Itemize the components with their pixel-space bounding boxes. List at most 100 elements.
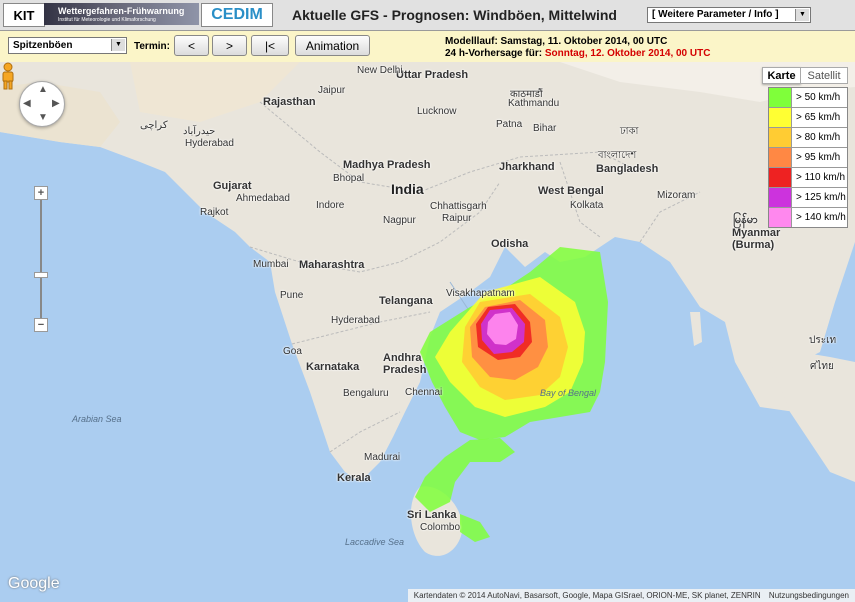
label-thailand-native-2: ศไทย [810,361,834,372]
wettergefahren-banner[interactable]: Wettergefahren-Frühwarnung Institut für … [44,3,199,25]
header-bar: KIT Wettergefahren-Frühwarnung Institut … [0,0,855,31]
label-hyderabad: Hyderabad [331,315,380,326]
banner-subtitle: Institut für Meteorologie und Klimaforsc… [58,17,156,23]
kit-logo-text: KIT [13,7,35,23]
wind-legend: > 50 km/h > 65 km/h > 80 km/h > 95 km/h > 11… [768,87,848,228]
kit-logo[interactable]: KIT [3,3,45,27]
parameter-select-value: [ Weitere Parameter / Info ] [652,9,779,20]
label-bangladesh: Bangladesh [596,163,659,175]
next-button[interactable]: > [212,35,247,56]
wind-gust-overlay [415,247,608,542]
prev-button[interactable]: < [174,35,209,56]
label-west-bengal: West Bengal [538,185,604,197]
attribution-text: Kartendaten © 2014 AutoNavi, Basarsoft, … [413,591,761,600]
label-raipur: Raipur [442,213,472,224]
map-type-satellite-button[interactable]: Satellit [800,67,848,84]
toolbar: Spitzenböen ▼ Termin: < > |< Animation M… [0,31,855,63]
label-hyderabad-pk-native: حیدرآباد [183,126,216,137]
pan-control[interactable]: ▲ ▼ ◀ ▶ [19,81,65,127]
label-visakhapatnam: Visakhapatnam [446,288,515,299]
page-title: Aktuelle GFS - Prognosen: Windböen, Mitt… [292,7,617,23]
legend-label: > 65 km/h [796,112,841,123]
model-info: Modelllauf: Samstag, 11. Oktober 2014, 0… [445,36,710,60]
label-lucknow: Lucknow [417,106,457,117]
legend-row: > 50 km/h [769,88,847,108]
label-laccadive-sea: Laccadive Sea [345,537,405,547]
label-myanmar: Myanmar (Burma) [732,227,781,251]
chevron-down-icon[interactable]: ▼ [795,9,809,21]
first-button[interactable]: |< [251,35,289,56]
legend-row: > 95 km/h [769,148,847,168]
label-new-delhi: New Delhi [357,65,403,76]
label-pune: Pune [280,290,304,301]
forecast-valid-time: Sonntag, 12. Oktober 2014, 00 UTC [544,48,711,59]
label-chhattisgarh: Chhattisgarh [430,201,487,212]
label-telangana: Telangana [379,295,433,307]
map-canvas[interactable]: India Rajasthan Jaipur Lucknow Uttar Pra… [0,62,855,602]
label-uttar-pradesh: Uttar Pradesh [396,69,469,81]
label-thailand-native: ประเท [809,335,837,346]
label-bhopal: Bhopal [333,173,365,184]
label-andhra-pradesh: Andhra Pradesh [383,352,427,376]
termin-label: Termin: [134,41,170,52]
zoom-slider-track[interactable] [40,195,42,325]
chevron-down-icon[interactable]: ▼ [111,39,125,51]
label-bengaluru: Bengaluru [343,388,389,399]
label-colombo: Colombo [420,522,461,533]
label-maharashtra: Maharashtra [299,259,365,271]
label-nagpur: Nagpur [383,215,416,226]
zoom-in-button[interactable]: + [34,186,48,200]
legend-swatch [769,188,792,207]
animation-button[interactable]: Animation [295,35,370,56]
cedim-logo[interactable]: CEDIM [201,3,273,27]
legend-swatch [769,148,792,167]
label-odisha: Odisha [491,238,529,250]
label-mizoram: Mizoram [657,190,696,201]
label-dhaka-native: ঢাকা [620,126,639,137]
pan-left-icon[interactable]: ◀ [23,98,31,109]
label-bihar: Bihar [533,123,557,134]
pegman-icon[interactable] [0,62,16,90]
google-logo[interactable]: Google [8,575,60,593]
legend-label: > 110 km/h [796,172,846,183]
legend-swatch [769,88,792,107]
label-arabian-sea: Arabian Sea [72,414,122,424]
variable-select[interactable]: Spitzenböen ▼ [8,37,127,54]
legend-row: > 110 km/h [769,168,847,188]
legend-label: > 50 km/h [796,92,841,103]
terms-link[interactable]: Nutzungsbedingungen [769,591,849,600]
zoom-slider-thumb[interactable] [34,272,48,278]
legend-label: > 95 km/h [796,152,841,163]
zoom-out-button[interactable]: − [34,318,48,332]
pan-up-icon[interactable]: ▲ [38,84,48,95]
forecast-line: 24 h-Vorhersage für: Sonntag, 12. Oktobe… [445,48,710,60]
pan-down-icon[interactable]: ▼ [38,112,48,123]
forecast-prefix: 24 h-Vorhersage für: [445,48,545,59]
label-kathmandu: Kathmandu [508,98,560,109]
label-madurai: Madurai [364,452,401,463]
legend-label: > 80 km/h [796,132,841,143]
variable-select-value: Spitzenböen [13,40,73,51]
label-jharkhand: Jharkhand [499,161,555,173]
label-india: India [391,181,424,197]
label-bay-of-bengal: Bay of Bengal [540,388,597,398]
legend-row: > 80 km/h [769,128,847,148]
label-karachi-native: كراچی [140,120,168,131]
legend-row: > 65 km/h [769,108,847,128]
label-kerala: Kerala [337,472,371,484]
legend-swatch [769,128,792,147]
label-madhya-pradesh: Madhya Pradesh [343,159,431,171]
model-run-text: Modelllauf: Samstag, 11. Oktober 2014, 0… [445,36,668,47]
map-type-karte-button[interactable]: Karte [762,67,801,84]
banner-title: Wettergefahren-Frühwarnung [58,6,185,16]
cedim-logo-text: CEDIM [211,6,263,23]
pan-right-icon[interactable]: ▶ [52,98,60,109]
label-mumbai: Mumbai [253,259,289,270]
label-gujarat: Gujarat [213,180,252,192]
legend-swatch [769,108,792,127]
label-kolkata: Kolkata [570,200,604,211]
label-sri-lanka: Sri Lanka [407,509,457,521]
label-rajkot: Rajkot [200,207,229,218]
parameter-select[interactable]: [ Weitere Parameter / Info ] ▼ [647,7,811,23]
legend-label: > 140 km/h [796,212,846,223]
